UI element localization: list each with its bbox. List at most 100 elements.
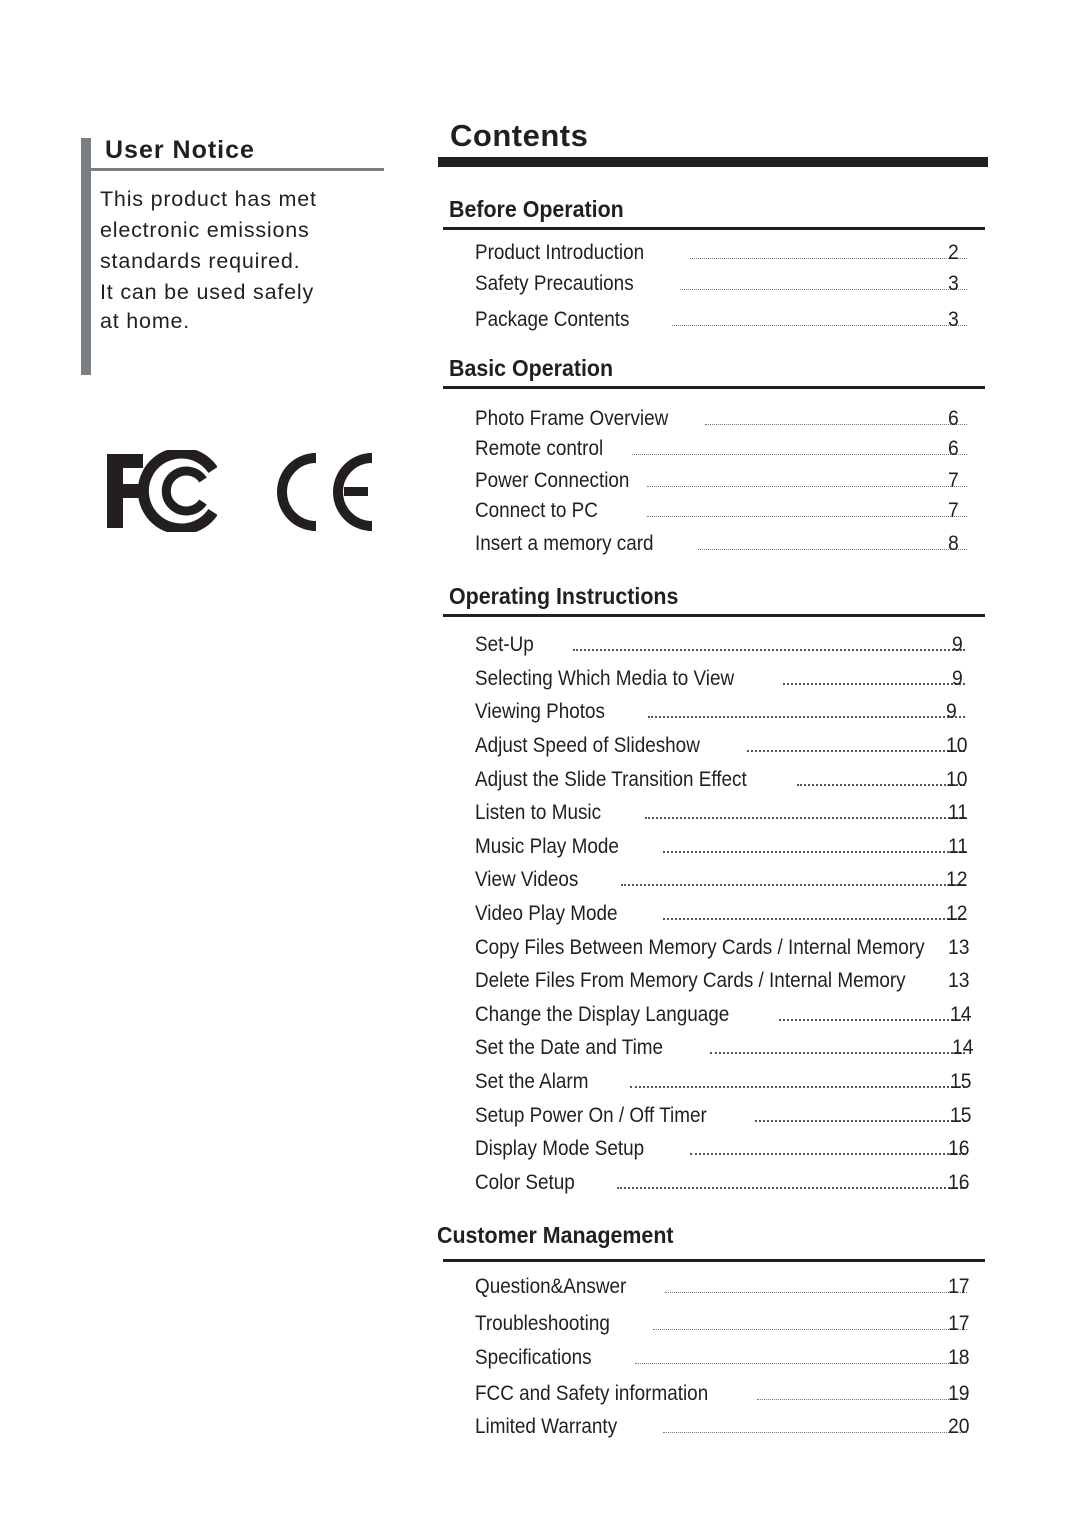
toc-entry-page: 6: [948, 437, 959, 460]
toc-entry[interactable]: Set the Alarm 15: [475, 1064, 985, 1094]
toc-entry-page: 12: [946, 902, 968, 925]
dot-leader: [621, 884, 965, 886]
toc-entry-label: Question&Answer: [475, 1275, 627, 1298]
toc-section: Before Operation Product Introduction 2 Saf…: [443, 196, 985, 346]
toc-entry-label: Remote control: [475, 437, 604, 460]
toc-entry[interactable]: Selecting Which Media to View 9: [475, 661, 985, 691]
notice-side-bar: [81, 138, 91, 375]
toc-entry[interactable]: Adjust Speed of Slideshow 10: [475, 728, 985, 758]
toc-entry-page: 9: [946, 700, 957, 723]
toc-entry-page: 15: [950, 1070, 972, 1093]
toc-entry-label: Setup Power On / Off Timer: [475, 1104, 707, 1127]
toc-entry-page: 13: [948, 969, 970, 992]
toc-entry[interactable]: Color Setup 16: [475, 1165, 985, 1195]
toc-entry[interactable]: Listen to Music 11: [475, 795, 985, 825]
notice-line: electronic emissions: [100, 218, 310, 242]
toc-entry[interactable]: Adjust the Slide Transition Effect 10: [475, 762, 985, 792]
dot-leader: [635, 1363, 967, 1364]
toc-entry[interactable]: View Videos 12: [475, 862, 985, 892]
toc-entry[interactable]: FCC and Safety information 19: [475, 1376, 985, 1406]
dot-leader: [663, 1432, 967, 1433]
toc-entry-page: 11: [948, 835, 969, 858]
toc-entry[interactable]: Set the Date and Time 14: [475, 1030, 985, 1060]
toc-entry[interactable]: Insert a memory card 8: [475, 526, 985, 556]
toc-entry[interactable]: Remote control 6: [475, 431, 985, 461]
toc-entry-label: Insert a memory card: [475, 532, 654, 555]
dot-leader: [645, 817, 965, 819]
toc-entry[interactable]: Display Mode Setup 16: [475, 1131, 985, 1161]
toc-entry-label: Listen to Music: [475, 801, 602, 824]
toc-entry-label: Limited Warranty: [475, 1415, 618, 1438]
toc-entry-page: 13: [948, 936, 970, 959]
toc-entry-label: Copy Files Between Memory Cards / Intern…: [475, 936, 925, 959]
notice-line: This product has met: [100, 187, 317, 211]
ce-logo-icon: [277, 453, 373, 531]
toc-entry[interactable]: Connect to PC 7: [475, 493, 985, 523]
toc-entry[interactable]: Set-Up 9: [475, 627, 985, 657]
toc-entry-label: Safety Precautions: [475, 272, 634, 295]
toc-entry[interactable]: Delete Files From Memory Cards / Interna…: [475, 963, 985, 993]
dot-leader: [757, 1399, 967, 1400]
dot-leader: [705, 424, 967, 425]
toc-entry-page: 15: [950, 1104, 972, 1127]
toc-entry[interactable]: Music Play Mode 11: [475, 829, 985, 859]
toc-entry-page: 3: [948, 272, 959, 295]
dot-leader: [783, 683, 965, 685]
dot-leader: [797, 784, 965, 786]
toc-section-rule: [443, 227, 985, 230]
toc-entry-page: 16: [948, 1171, 970, 1194]
toc-entry-page: 6: [948, 407, 959, 430]
dot-leader: [647, 516, 967, 517]
toc-entry-label: Set-Up: [475, 633, 534, 656]
notice-line: It can be used safely: [100, 280, 315, 304]
user-notice-body: This product has met electronic emission…: [100, 184, 317, 335]
toc-entry[interactable]: Viewing Photos 9: [475, 694, 985, 724]
dot-leader: [747, 750, 965, 752]
toc-entry[interactable]: Setup Power On / Off Timer 15: [475, 1098, 985, 1128]
toc-section-rule: [443, 1259, 985, 1262]
toc-entry[interactable]: Product Introduction 2: [475, 235, 985, 265]
dot-leader: [630, 1086, 965, 1088]
toc-entry[interactable]: Specifications 18: [475, 1340, 985, 1370]
toc-entry[interactable]: Video Play Mode 12: [475, 896, 985, 926]
dot-leader: [653, 1329, 967, 1330]
toc-entry-page: 12: [946, 868, 968, 891]
toc-entry[interactable]: Change the Display Language 14: [475, 997, 985, 1027]
toc-section: Customer Management Question&Answer 17 Trou…: [437, 1222, 985, 1453]
dot-leader: [665, 1292, 967, 1293]
toc-entry-label: Delete Files From Memory Cards / Interna…: [475, 969, 906, 992]
notice-line: standards required.: [100, 249, 301, 273]
user-notice-panel: User Notice This product has met electro…: [81, 136, 384, 375]
toc-section-rule: [443, 614, 985, 617]
toc-entry[interactable]: Copy Files Between Memory Cards / Intern…: [475, 930, 985, 960]
user-notice-title: User Notice: [105, 136, 255, 164]
toc-entry-page: 9: [952, 667, 963, 690]
dot-leader: [672, 325, 967, 326]
toc-entry-page: 11: [948, 801, 969, 824]
notice-rule: [91, 168, 384, 171]
dot-leader: [648, 716, 965, 718]
toc-entry-label: Troubleshooting: [475, 1312, 610, 1335]
dot-leader: [710, 1052, 965, 1054]
toc-entry[interactable]: Safety Precautions 3: [475, 266, 985, 296]
toc-entry[interactable]: Question&Answer 17: [475, 1269, 985, 1299]
toc-entry[interactable]: Photo Frame Overview 6: [475, 401, 985, 431]
toc-entry[interactable]: Package Contents 3: [475, 302, 985, 332]
notice-line: at home.: [100, 309, 191, 333]
toc-entry-label: Connect to PC: [475, 499, 598, 522]
toc-section-title: Basic Operation: [449, 355, 614, 381]
toc-section-rule: [443, 386, 985, 389]
toc-entry-page: 10: [946, 768, 968, 791]
toc-entry[interactable]: Limited Warranty 20: [475, 1409, 985, 1439]
toc-entry[interactable]: Power Connection 7: [475, 463, 985, 493]
toc-entry-page: 2: [948, 241, 959, 264]
toc-entry[interactable]: Troubleshooting 17: [475, 1306, 985, 1336]
toc-entry-label: FCC and Safety information: [475, 1382, 709, 1405]
toc-entry-label: Adjust the Slide Transition Effect: [475, 768, 747, 791]
dot-leader: [698, 549, 967, 550]
toc-entry-label: Package Contents: [475, 308, 630, 331]
dot-leader: [663, 851, 965, 853]
toc-entry-page: 3: [948, 308, 959, 331]
toc-entry-page: 16: [948, 1137, 970, 1160]
toc-entry-label: Power Connection: [475, 469, 630, 492]
